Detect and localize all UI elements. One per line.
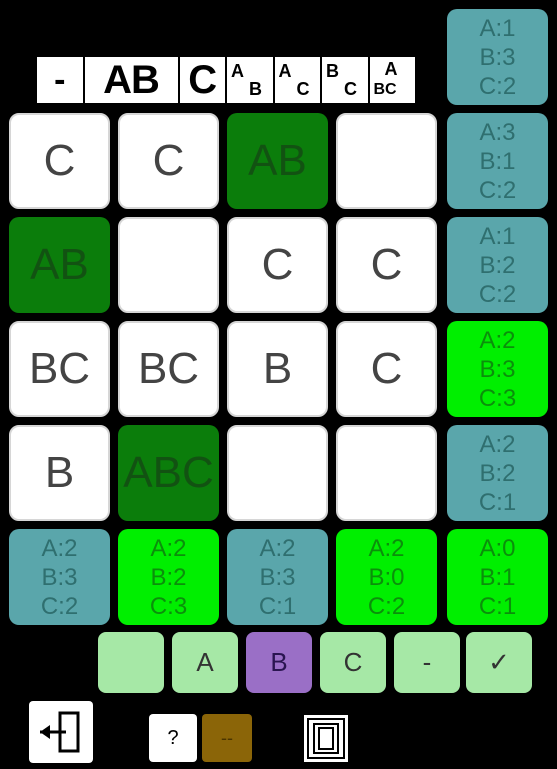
top-clue-box: A:1 B:3 C:2 <box>447 9 548 105</box>
pick-b-button[interactable]: B <box>246 632 312 693</box>
clue-b: B:1 <box>479 147 516 175</box>
grid-cell-r1-c2[interactable]: C <box>227 217 328 313</box>
clue-a: A:2 <box>479 430 516 458</box>
grid-cell-r2-c2[interactable]: B <box>227 321 328 417</box>
grid-cell-r2-c1[interactable]: BC <box>118 321 219 417</box>
legend-c: C <box>178 56 226 104</box>
toggle-button[interactable]: -- <box>202 714 252 762</box>
clue-c: C:2 <box>478 280 517 308</box>
col-clue-3: A:2 B:0 C:2 <box>336 529 437 625</box>
pick-empty-button[interactable] <box>98 632 164 693</box>
legend-a-b: AB <box>83 56 179 104</box>
exit-button[interactable] <box>29 701 93 763</box>
clue-b: B:3 <box>479 355 516 383</box>
clue-a: A:0 <box>479 534 516 562</box>
clue-c: C:2 <box>367 592 406 620</box>
grid-cell-r3-c1[interactable]: ABC <box>118 425 219 521</box>
grid-cell-r0-c3[interactable] <box>336 113 437 209</box>
col-clue-4: A:0 B:1 C:1 <box>447 529 548 625</box>
clue-b: B:2 <box>479 459 516 487</box>
clue-a: A:2 <box>479 326 516 354</box>
clue-a: A:2 <box>259 534 296 562</box>
exit-door-icon <box>40 711 80 753</box>
grid-cell-r2-c0[interactable]: BC <box>9 321 110 417</box>
col-clue-0: A:2 B:3 C:2 <box>9 529 110 625</box>
row-clue-0: A:3 B:1 C:2 <box>447 113 548 209</box>
clue-b: B:1 <box>479 563 516 591</box>
clue-b: B:0 <box>368 563 405 591</box>
clue-b: B:3 <box>41 563 78 591</box>
clue-a: A:1 <box>479 222 516 250</box>
clue-c: C:3 <box>478 384 517 412</box>
clue-b: B:2 <box>150 563 187 591</box>
row-clue-3: A:2 B:2 C:1 <box>447 425 548 521</box>
grid-cell-r3-c2[interactable] <box>227 425 328 521</box>
row-clue-2: A:2 B:3 C:3 <box>447 321 548 417</box>
clue-c: C:3 <box>149 592 188 620</box>
grid-cell-r1-c1[interactable] <box>118 217 219 313</box>
grid-cell-r0-c1[interactable]: C <box>118 113 219 209</box>
clue-b: B:3 <box>479 43 516 71</box>
clue-b: B:2 <box>479 251 516 279</box>
clue-a: A:3 <box>479 118 516 146</box>
col-clue-1: A:2 B:2 C:3 <box>118 529 219 625</box>
legend-b-over-c: B C <box>321 56 369 104</box>
clue-c: C:2 <box>478 176 517 204</box>
frame-icon <box>304 715 348 762</box>
clue-a: A:2 <box>368 534 405 562</box>
pick-c-button[interactable]: C <box>320 632 386 693</box>
legend-a-over-bc: A BC <box>368 56 416 104</box>
clue-a: A:2 <box>150 534 187 562</box>
clue-c: C:2 <box>40 592 79 620</box>
clue-c: C:1 <box>478 488 517 516</box>
clue-c: C:1 <box>258 592 297 620</box>
pick-dash-button[interactable]: - <box>394 632 460 693</box>
grid-cell-r1-c3[interactable]: C <box>336 217 437 313</box>
grid-cell-r3-c0[interactable]: B <box>9 425 110 521</box>
help-button[interactable]: ? <box>149 714 197 762</box>
grid-cell-r2-c3[interactable]: C <box>336 321 437 417</box>
grid-cell-r1-c0[interactable]: AB <box>9 217 110 313</box>
clue-c: C:2 <box>478 72 517 100</box>
row-clue-1: A:1 B:2 C:2 <box>447 217 548 313</box>
clue-a: A:1 <box>479 14 516 42</box>
frame-button[interactable] <box>303 714 349 763</box>
symbol-legend: - AB C A B A C B C A BC <box>36 56 416 104</box>
legend-a-over-c: A C <box>273 56 321 104</box>
grid-cell-r3-c3[interactable] <box>336 425 437 521</box>
grid-cell-r0-c0[interactable]: C <box>9 113 110 209</box>
grid-cell-r0-c2[interactable]: AB <box>227 113 328 209</box>
clue-a: A:2 <box>41 534 78 562</box>
legend-a-over-b: A B <box>226 56 274 104</box>
legend-blank: - <box>36 56 84 104</box>
clue-b: B:3 <box>259 563 296 591</box>
clue-c: C:1 <box>478 592 517 620</box>
pick-a-button[interactable]: A <box>172 632 238 693</box>
col-clue-2: A:2 B:3 C:1 <box>227 529 328 625</box>
check-button[interactable]: ✓ <box>466 632 532 693</box>
